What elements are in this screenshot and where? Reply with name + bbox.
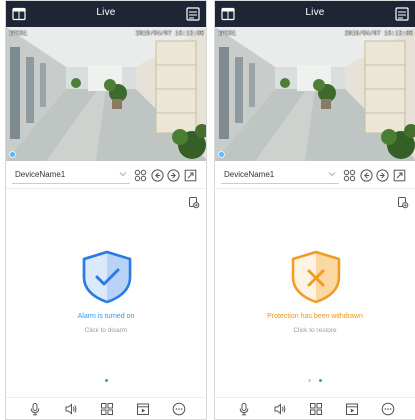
page-dot-active (319, 379, 323, 382)
device-name: DeviceName1 (224, 170, 275, 179)
fullscreen-icon[interactable] (393, 169, 406, 182)
page-dot-inactive (307, 379, 311, 382)
page-title: Live (96, 7, 116, 18)
speaker-icon[interactable] (64, 402, 78, 416)
microphone-icon[interactable] (237, 402, 251, 416)
forward-icon[interactable] (376, 169, 389, 182)
ptz-icon[interactable] (343, 169, 356, 182)
camera-osd-time: 2019/04/07 16:13:05 (344, 30, 413, 37)
bottom-toolbar (215, 397, 415, 419)
grid-icon[interactable] (100, 402, 114, 416)
chevron-down-icon (118, 169, 128, 179)
control-row: DeviceName1 (215, 161, 415, 189)
rewind-icon[interactable] (360, 169, 373, 182)
page-title: Live (305, 7, 325, 18)
chevron-down-icon (327, 169, 337, 179)
restore-hint[interactable]: Click to restore (215, 327, 415, 334)
rewind-icon[interactable] (151, 169, 164, 182)
shield-check-icon[interactable] (80, 249, 134, 305)
device-name: DeviceName1 (15, 170, 66, 179)
live-indicator (10, 152, 15, 157)
camera-osd-time: 2019/04/07 16:13:05 (135, 30, 204, 37)
settings-panel-icon[interactable] (186, 7, 200, 21)
device-selector[interactable]: DeviceName1 (12, 166, 130, 184)
snapshot-icon[interactable] (188, 196, 200, 209)
phone-screen-armed: Live IPC01 2019/04/07 16:13:05 DeviceNam… (5, 0, 207, 420)
speaker-icon[interactable] (273, 402, 287, 416)
alarm-status-text: Alarm is turned on (77, 313, 135, 320)
forward-icon[interactable] (167, 169, 180, 182)
camera-feed (215, 27, 415, 161)
disarm-hint[interactable]: Click to disarm (6, 327, 206, 334)
top-bar: Live (215, 1, 415, 27)
control-row: DeviceName1 (6, 161, 206, 189)
more-icon[interactable] (172, 402, 186, 416)
protection-status-text: Protection has been withdrawn (267, 313, 363, 320)
page-dot-active (104, 379, 108, 382)
camera-osd-label: IPC01 (9, 30, 28, 37)
playback-icon[interactable] (136, 402, 150, 416)
device-selector[interactable]: DeviceName1 (221, 166, 339, 184)
fullscreen-icon[interactable] (184, 169, 197, 182)
camera-feed (6, 27, 206, 161)
page-indicator (215, 379, 415, 383)
live-indicator (219, 152, 224, 157)
more-icon[interactable] (381, 402, 395, 416)
microphone-icon[interactable] (28, 402, 42, 416)
phone-screen-disarmed: Live IPC01 2019/04/07 16:13:05 DeviceNam… (214, 0, 415, 420)
settings-panel-icon[interactable] (395, 7, 409, 21)
playback-icon[interactable] (345, 402, 359, 416)
snapshot-icon[interactable] (397, 196, 409, 209)
live-video-view[interactable]: IPC01 2019/04/07 16:13:05 (215, 27, 415, 161)
bottom-toolbar (6, 397, 206, 419)
camera-osd-label: IPC01 (218, 30, 237, 37)
grid-icon[interactable] (309, 402, 323, 416)
ptz-icon[interactable] (134, 169, 147, 182)
live-video-view[interactable]: IPC01 2019/04/07 16:13:05 (6, 27, 206, 161)
shield-x-icon[interactable] (289, 249, 343, 305)
top-bar: Live (6, 1, 206, 27)
page-indicator (6, 379, 206, 383)
